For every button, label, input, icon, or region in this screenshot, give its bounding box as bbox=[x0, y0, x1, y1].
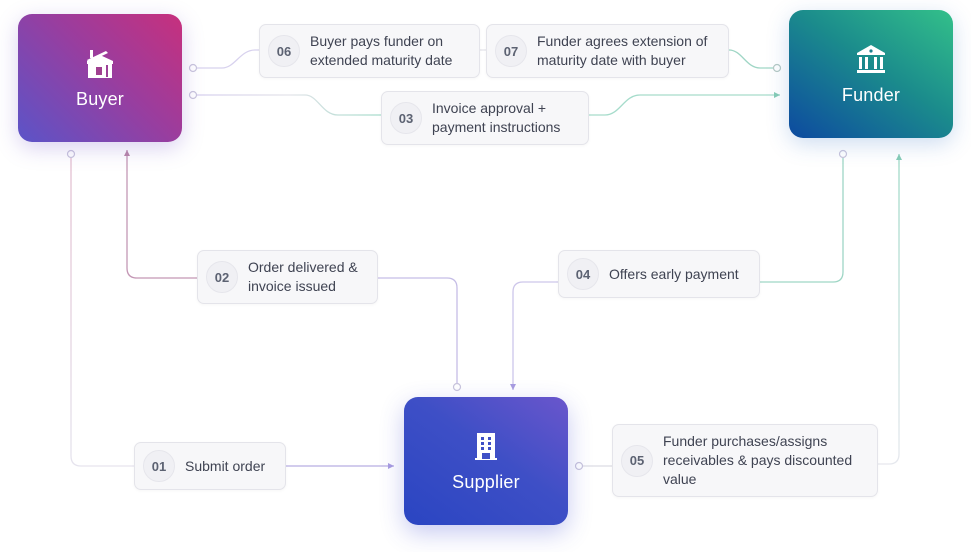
connector-06-in bbox=[197, 49, 260, 69]
step-number-badge: 05 bbox=[621, 444, 653, 477]
step-description: Offers early payment bbox=[609, 265, 739, 282]
step-03[interactable]: 03 Invoice approval + payment instructio… bbox=[381, 91, 589, 145]
step-05[interactable]: 05 Funder purchases/assigns receivables … bbox=[612, 424, 878, 497]
buyer-label: Buyer bbox=[75, 88, 125, 109]
step-02[interactable]: 02 Order delivered & invoice issued bbox=[197, 250, 378, 304]
supplier-label: Supplier bbox=[452, 471, 520, 492]
connector-05-out bbox=[878, 154, 902, 465]
step-description: Order delivered & invoice issued bbox=[248, 259, 358, 294]
connector-01-in bbox=[70, 158, 134, 467]
connector-03-start-dot bbox=[188, 90, 198, 100]
step-description: Funder purchases/assigns receivables & p… bbox=[663, 433, 853, 487]
step-number-badge: 01 bbox=[143, 450, 175, 482]
step-number-badge: 03 bbox=[390, 102, 422, 134]
connector-07-end-dot bbox=[772, 63, 782, 73]
step-number-badge: 04 bbox=[567, 258, 599, 290]
building-icon bbox=[475, 432, 497, 460]
supplier-node[interactable]: Supplier bbox=[404, 397, 568, 525]
connector-03-out bbox=[589, 92, 780, 116]
connector-05-start-dot bbox=[574, 461, 584, 471]
step-06[interactable]: 06 Buyer pays funder on extended maturit… bbox=[259, 24, 480, 78]
connector-02-in bbox=[378, 277, 458, 383]
step-description: Funder agrees extension of maturity date… bbox=[537, 33, 708, 68]
step-number-badge: 02 bbox=[206, 261, 238, 293]
connector-01-start-dot bbox=[66, 149, 76, 159]
bank-icon bbox=[857, 44, 885, 73]
step-description: Invoice approval + payment instructions bbox=[432, 100, 561, 135]
connector-04-in bbox=[760, 158, 844, 283]
funder-node[interactable]: Funder bbox=[789, 10, 953, 138]
connector-02-start-dot bbox=[452, 382, 462, 392]
step-number-badge: 06 bbox=[268, 35, 300, 67]
step-01[interactable]: 01 Submit order bbox=[134, 442, 286, 490]
connector-07-out bbox=[728, 49, 774, 69]
funder-label: Funder bbox=[841, 84, 901, 105]
house-icon bbox=[87, 49, 113, 78]
connector-03-in bbox=[197, 94, 381, 116]
step-description: Submit order bbox=[185, 457, 266, 474]
connector-04-start-dot bbox=[838, 149, 848, 159]
step-07[interactable]: 07 Funder agrees extension of maturity d… bbox=[486, 24, 729, 78]
step-04[interactable]: 04 Offers early payment bbox=[558, 250, 760, 298]
connector-06-start-dot bbox=[188, 63, 198, 73]
step-description: Buyer pays funder on extended maturity d… bbox=[310, 33, 453, 68]
step-number-badge: 07 bbox=[495, 35, 527, 67]
buyer-node[interactable]: Buyer bbox=[18, 14, 182, 142]
connector-02-out bbox=[124, 150, 197, 279]
connector-04-out bbox=[510, 281, 558, 390]
